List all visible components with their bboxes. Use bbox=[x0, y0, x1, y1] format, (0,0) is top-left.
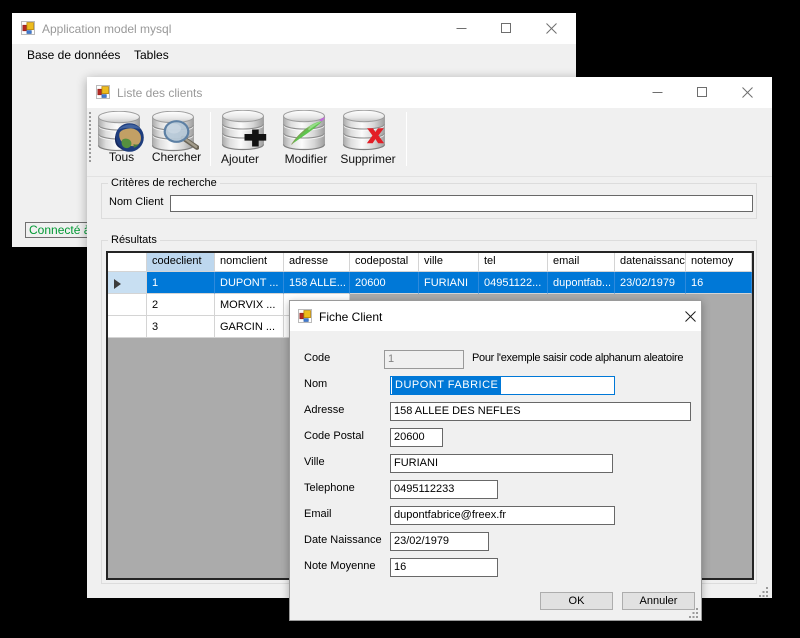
svg-text:x: x bbox=[368, 118, 383, 148]
